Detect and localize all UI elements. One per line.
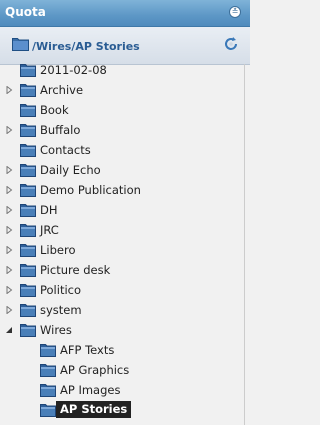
tree-expanded-icon[interactable]	[5, 326, 13, 334]
tree-item-label: Book	[40, 103, 69, 117]
folder-icon	[40, 384, 56, 397]
folder-icon	[40, 364, 56, 377]
folder-icon	[20, 304, 36, 317]
tree-item-label: Buffalo	[40, 123, 81, 137]
tree-collapsed-icon[interactable]	[5, 206, 13, 214]
tree-item-label: AP Images	[60, 383, 121, 397]
tree-item-label: Contacts	[40, 143, 91, 157]
tree-collapsed-icon[interactable]	[5, 126, 13, 134]
tree-collapsed-icon[interactable]	[5, 186, 13, 194]
tree-item-label: AP Graphics	[60, 363, 130, 377]
folder-icon	[20, 284, 36, 297]
tree-item[interactable]: Daily Echo	[0, 160, 250, 180]
tree-collapsed-icon[interactable]	[5, 246, 13, 254]
tree-collapsed-icon[interactable]	[5, 226, 13, 234]
tree-item-label: JRC	[40, 223, 59, 237]
folder-icon	[20, 84, 36, 97]
panel-title: Quota	[5, 5, 46, 19]
tree-item[interactable]: AP Graphics	[0, 360, 250, 380]
tree-item-label: Libero	[40, 243, 76, 257]
tree-item-label: system	[40, 303, 82, 317]
tree-collapsed-icon[interactable]	[5, 306, 13, 314]
tree-item[interactable]: Book	[0, 100, 250, 120]
tree-item[interactable]: Wires	[0, 320, 250, 340]
tree-item[interactable]: DH	[0, 200, 250, 220]
tree-collapsed-icon[interactable]	[5, 86, 13, 94]
folder-icon	[20, 324, 36, 337]
tree-collapsed-icon[interactable]	[5, 286, 13, 294]
tree-item[interactable]: Demo Publication	[0, 180, 250, 200]
tree-item-label: Politico	[40, 283, 82, 297]
tree-item[interactable]: system	[0, 300, 250, 320]
refresh-icon[interactable]	[223, 36, 239, 52]
current-path: /Wires/AP Stories	[32, 40, 140, 53]
folder-icon	[20, 104, 36, 117]
tree-item[interactable]: AP Images	[0, 380, 250, 400]
folder-icon	[40, 344, 56, 357]
folder-icon	[20, 244, 36, 257]
folder-icon	[20, 124, 36, 137]
tree-item-label: AFP Texts	[60, 343, 115, 357]
folder-icon	[20, 224, 36, 237]
tree-item-label: Archive	[40, 83, 84, 97]
tree-item-label: Daily Echo	[40, 163, 101, 177]
folder-icon	[40, 404, 56, 417]
tree-item[interactable]: Politico	[0, 280, 250, 300]
folder-icon	[20, 164, 36, 177]
tree-item[interactable]: 2011-02-08	[0, 60, 250, 80]
tree-item[interactable]: Libero	[0, 240, 250, 260]
tree-item-label: Wires	[40, 323, 72, 337]
folder-icon	[20, 204, 36, 217]
tree-item[interactable]: Picture desk	[0, 260, 250, 280]
folder-icon	[20, 184, 36, 197]
tree-item-label: Demo Publication	[40, 183, 141, 197]
tree-item[interactable]: Buffalo	[0, 120, 250, 140]
tree-item-label: Picture desk	[40, 263, 111, 277]
folder-icon	[20, 144, 36, 157]
tree-item-label: 2011-02-08	[40, 63, 107, 77]
tree-item[interactable]: AFP Texts	[0, 340, 250, 360]
tree-collapsed-icon[interactable]	[5, 166, 13, 174]
tree-collapsed-icon[interactable]	[5, 266, 13, 274]
double-chevron-down-icon[interactable]: ≛	[229, 6, 241, 18]
tree-item-label: DH	[40, 203, 58, 217]
tree-item[interactable]: Archive	[0, 80, 250, 100]
panel-header: Quota ≛	[0, 0, 250, 27]
tree-item-label-selected: AP Stories	[56, 401, 132, 418]
tree-item[interactable]: Contacts	[0, 140, 250, 160]
folder-icon	[12, 38, 29, 51]
folder-icon	[20, 64, 36, 77]
folder-icon	[20, 264, 36, 277]
tree-item[interactable]: JRC	[0, 220, 250, 240]
tree-item[interactable]: AP Stories	[0, 400, 250, 420]
